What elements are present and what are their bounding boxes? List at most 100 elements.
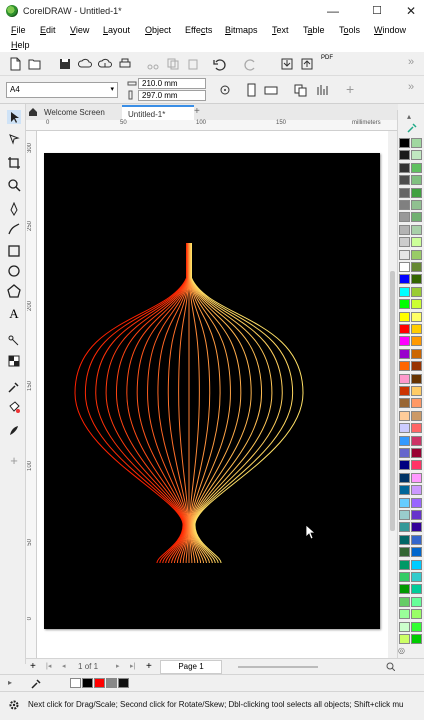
color-swatch[interactable] [411,175,422,186]
export-icon[interactable] [300,57,314,71]
vertical-scrollbar[interactable] [388,131,397,658]
color-swatch[interactable] [411,311,422,322]
blend-curve[interactable] [191,243,304,564]
color-swatch[interactable] [411,510,422,520]
color-swatch[interactable] [411,386,422,396]
color-swatch[interactable] [411,373,422,384]
color-swatch[interactable] [399,485,410,496]
color-swatch[interactable] [399,373,410,384]
gear-icon[interactable] [8,699,20,711]
vase-artwork[interactable] [44,153,380,629]
color-swatch[interactable] [399,299,410,310]
crop-tool-icon[interactable] [7,156,21,170]
color-swatch[interactable] [399,348,410,359]
import-icon[interactable] [280,57,294,71]
color-swatch[interactable] [399,249,410,260]
color-swatch[interactable] [399,262,410,272]
next-page-icon[interactable]: ▸ [116,662,120,670]
interactive-fill-tool-icon[interactable] [7,400,21,414]
menu-object[interactable]: Object [145,25,171,35]
color-swatch[interactable] [399,634,410,644]
color-swatch[interactable] [399,596,410,607]
color-swatch[interactable] [411,249,422,260]
menu-help[interactable]: Help [11,40,30,50]
palette-scroll-up-icon[interactable]: ▴ [407,112,411,121]
blend-curve[interactable] [74,243,187,564]
zoom-icon[interactable] [386,662,395,671]
maximize-button[interactable]: ☐ [366,3,388,19]
color-swatch[interactable] [399,274,410,285]
add-tool-icon[interactable]: + [7,454,21,468]
color-swatch[interactable] [399,324,410,334]
transparency-tool-icon[interactable] [7,354,21,368]
color-swatch[interactable] [411,609,422,620]
menu-window[interactable]: Window [374,25,406,35]
horizontal-scrollbar[interactable] [238,666,318,668]
color-swatch[interactable] [399,311,410,322]
color-swatch[interactable] [411,410,422,421]
all-pages-icon[interactable] [294,83,308,97]
color-swatch[interactable] [399,175,410,186]
color-swatch[interactable] [399,138,410,148]
color-swatch[interactable] [411,162,422,173]
color-swatch[interactable] [411,348,422,359]
menu-file[interactable]: File [11,25,26,35]
color-swatch[interactable] [411,150,422,161]
color-swatch[interactable] [411,634,422,644]
color-swatch[interactable] [411,237,422,248]
palette-options-icon[interactable]: ◎ [398,646,405,655]
print-icon[interactable] [118,57,132,71]
freehand-tool-icon[interactable] [7,202,21,216]
cloud-upload-icon[interactable] [78,57,92,71]
cut-icon[interactable] [146,57,160,71]
color-swatch[interactable] [411,547,422,558]
landscape-icon[interactable] [264,83,278,97]
color-swatch[interactable] [399,187,410,198]
color-swatch[interactable] [411,336,422,347]
tab-untitled-1[interactable]: Untitled-1* [122,105,194,120]
copy-icon[interactable] [166,57,180,71]
eyedropper-tool-icon[interactable] [7,380,21,394]
color-swatch[interactable] [399,547,410,558]
polygon-tool-icon[interactable] [7,284,21,298]
ellipse-tool-icon[interactable] [7,264,21,278]
color-swatch[interactable] [399,572,410,582]
color-swatch[interactable] [411,212,422,223]
color-swatch[interactable] [399,398,410,409]
color-swatch[interactable] [399,435,410,446]
blend-curve[interactable] [105,243,188,564]
minimize-button[interactable]: — [322,3,344,19]
publish-pdf-button[interactable]: PDF [321,55,333,61]
color-swatch[interactable] [399,286,410,297]
blend-curve[interactable] [190,243,294,564]
redo-icon[interactable] [244,57,258,71]
menu-effects[interactable]: Effects [185,25,212,35]
scroll-thumb[interactable] [390,271,395,531]
color-swatch[interactable] [399,200,410,210]
propbar-overflow-icon[interactable]: » [408,81,414,93]
color-swatch[interactable] [411,448,422,458]
color-swatch[interactable] [411,262,422,272]
menu-view[interactable]: View [70,25,89,35]
color-swatch[interactable] [411,224,422,235]
page-height-field[interactable]: 297.0 mm [138,90,206,101]
color-swatch[interactable] [399,559,410,570]
add-preset-icon[interactable]: + [346,81,354,97]
color-swatch[interactable] [399,460,410,471]
color-swatch[interactable] [411,497,422,508]
color-swatch[interactable] [118,678,129,688]
color-swatch[interactable] [399,224,410,235]
color-swatch[interactable] [399,534,410,545]
color-swatch[interactable] [399,497,410,508]
blend-curve[interactable] [190,243,273,564]
page-width-field[interactable]: 210.0 mm [138,78,206,89]
menu-table[interactable]: Table [303,25,325,35]
page-size-select[interactable]: A4 ▾ [6,82,118,98]
toolbar-overflow-icon[interactable]: » [408,56,414,68]
color-swatch[interactable] [399,584,410,595]
rectangle-tool-icon[interactable] [7,244,21,258]
color-swatch[interactable] [399,423,410,434]
color-swatch[interactable] [411,435,422,446]
artistic-media-tool-icon[interactable] [7,222,21,236]
color-swatch[interactable] [399,448,410,458]
